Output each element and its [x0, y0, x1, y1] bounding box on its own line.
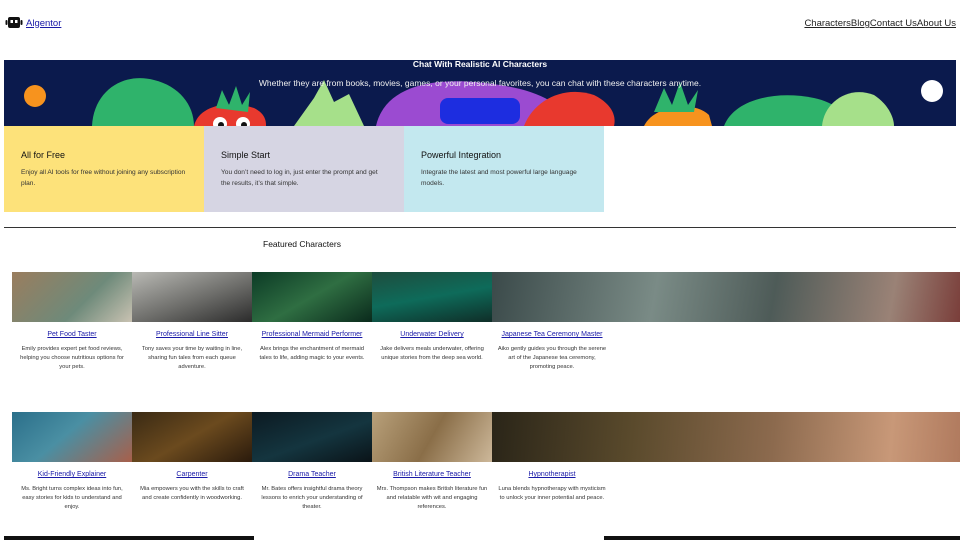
character-description: Emily provides expert pet food reviews, …	[20, 345, 124, 371]
character-title-link[interactable]: Drama Teacher	[252, 471, 372, 480]
mermaid-performer-image[interactable]	[252, 272, 372, 322]
character-card: Kid-Friendly Explainer Ms. Bright turns …	[12, 471, 132, 512]
feature-card-simple-start: Simple Start You don’t need to log in, j…	[204, 126, 404, 212]
next-section-edge	[604, 536, 960, 540]
character-card: Drama Teacher Mr. Bates offers insightfu…	[252, 471, 372, 512]
character-description: Aiko gently guides you through the seren…	[497, 345, 607, 371]
main-nav: Characters Blog Contact Us About Us	[804, 18, 956, 29]
hypnotherapist-image[interactable]	[492, 412, 960, 462]
feature-cards: All for Free Enjoy all AI tools for free…	[4, 126, 604, 212]
hero-illustration	[24, 78, 943, 126]
feature-text: Integrate the latest and most powerful l…	[421, 169, 577, 187]
character-title-link[interactable]: Underwater Delivery	[372, 331, 492, 340]
nav-characters[interactable]: Characters	[804, 18, 850, 29]
tea-ceremony-image[interactable]	[492, 272, 960, 322]
character-title-link[interactable]: Japanese Tea Ceremony Master	[492, 331, 612, 340]
character-description: Alex brings the enchantment of mermaid t…	[259, 345, 365, 361]
nav-about-us[interactable]: About Us	[917, 18, 956, 29]
character-description: Tony saves your time by waiting in line,…	[141, 345, 243, 371]
drama-teacher-image[interactable]	[252, 412, 372, 462]
character-images-row-1	[12, 272, 960, 322]
feature-card-integration: Powerful Integration Integrate the lates…	[404, 126, 604, 212]
character-title-link[interactable]: British Literature Teacher	[372, 471, 492, 480]
character-title-link[interactable]: Professional Mermaid Performer	[252, 331, 372, 340]
carpenter-image[interactable]	[132, 412, 252, 462]
feature-card-free: All for Free Enjoy all AI tools for free…	[4, 126, 204, 212]
character-card: Hypnotherapist Luna blends hypnotherapy …	[492, 471, 612, 503]
literature-teacher-image[interactable]	[372, 412, 492, 462]
robot-logo-icon	[5, 15, 23, 31]
character-title-link[interactable]: Professional Line Sitter	[132, 331, 252, 340]
brand-link[interactable]: Algentor	[26, 18, 61, 29]
nav-contact-us[interactable]: Contact Us	[870, 18, 917, 29]
character-title-link[interactable]: Pet Food Taster	[12, 331, 132, 340]
kid-explainer-image[interactable]	[12, 412, 132, 462]
feature-text: You don’t need to log in, just enter the…	[221, 169, 378, 187]
hero-banner: Chat With Realistic AI Characters Whethe…	[4, 60, 956, 126]
feature-title: Simple Start	[221, 150, 271, 160]
character-card: Professional Line Sitter Tony saves your…	[132, 331, 252, 372]
featured-characters-heading: Featured Characters	[263, 239, 341, 249]
next-section-edge	[4, 536, 254, 540]
hero-subtitle: Whether they are from books, movies, gam…	[258, 78, 702, 88]
feature-title: Powerful Integration	[421, 150, 502, 160]
section-divider	[4, 227, 956, 228]
character-description: Mia empowers you with the skills to craf…	[140, 485, 244, 501]
feature-text: Enjoy all AI tools for free without join…	[21, 169, 186, 187]
underwater-delivery-image[interactable]	[372, 272, 492, 322]
brand-logo[interactable]: Algentor	[5, 15, 61, 31]
character-card: Underwater Delivery Jake delivers meals …	[372, 331, 492, 363]
character-description: Mr. Bates offers insightful drama theory…	[261, 485, 363, 511]
feature-title: All for Free	[21, 150, 66, 160]
character-card: British Literature Teacher Mrs. Thompson…	[372, 471, 492, 512]
character-card: Pet Food Taster Emily provides expert pe…	[12, 331, 132, 372]
character-description: Mrs. Thompson makes British literature f…	[376, 485, 488, 511]
character-description: Luna blends hypnotherapy with mysticism …	[498, 485, 606, 501]
character-title-link[interactable]: Hypnotherapist	[492, 471, 612, 480]
character-description: Ms. Bright turns complex ideas into fun,…	[21, 485, 123, 511]
nav-blog[interactable]: Blog	[851, 18, 870, 29]
character-card: Professional Mermaid Performer Alex brin…	[252, 331, 372, 363]
character-card: Japanese Tea Ceremony Master Aiko gently…	[492, 331, 612, 372]
character-images-row-2	[12, 412, 960, 462]
hero-title: Chat With Realistic AI Characters	[412, 60, 548, 69]
pet-food-taster-image[interactable]	[12, 272, 132, 322]
line-sitter-image[interactable]	[132, 272, 252, 322]
character-title-link[interactable]: Kid-Friendly Explainer	[12, 471, 132, 480]
site-header: Algentor Characters Blog Contact Us Abou…	[0, 0, 960, 48]
character-title-link[interactable]: Carpenter	[132, 471, 252, 480]
character-card: Carpenter Mia empowers you with the skil…	[132, 471, 252, 503]
character-description: Jake delivers meals underwater, offering…	[380, 345, 484, 361]
